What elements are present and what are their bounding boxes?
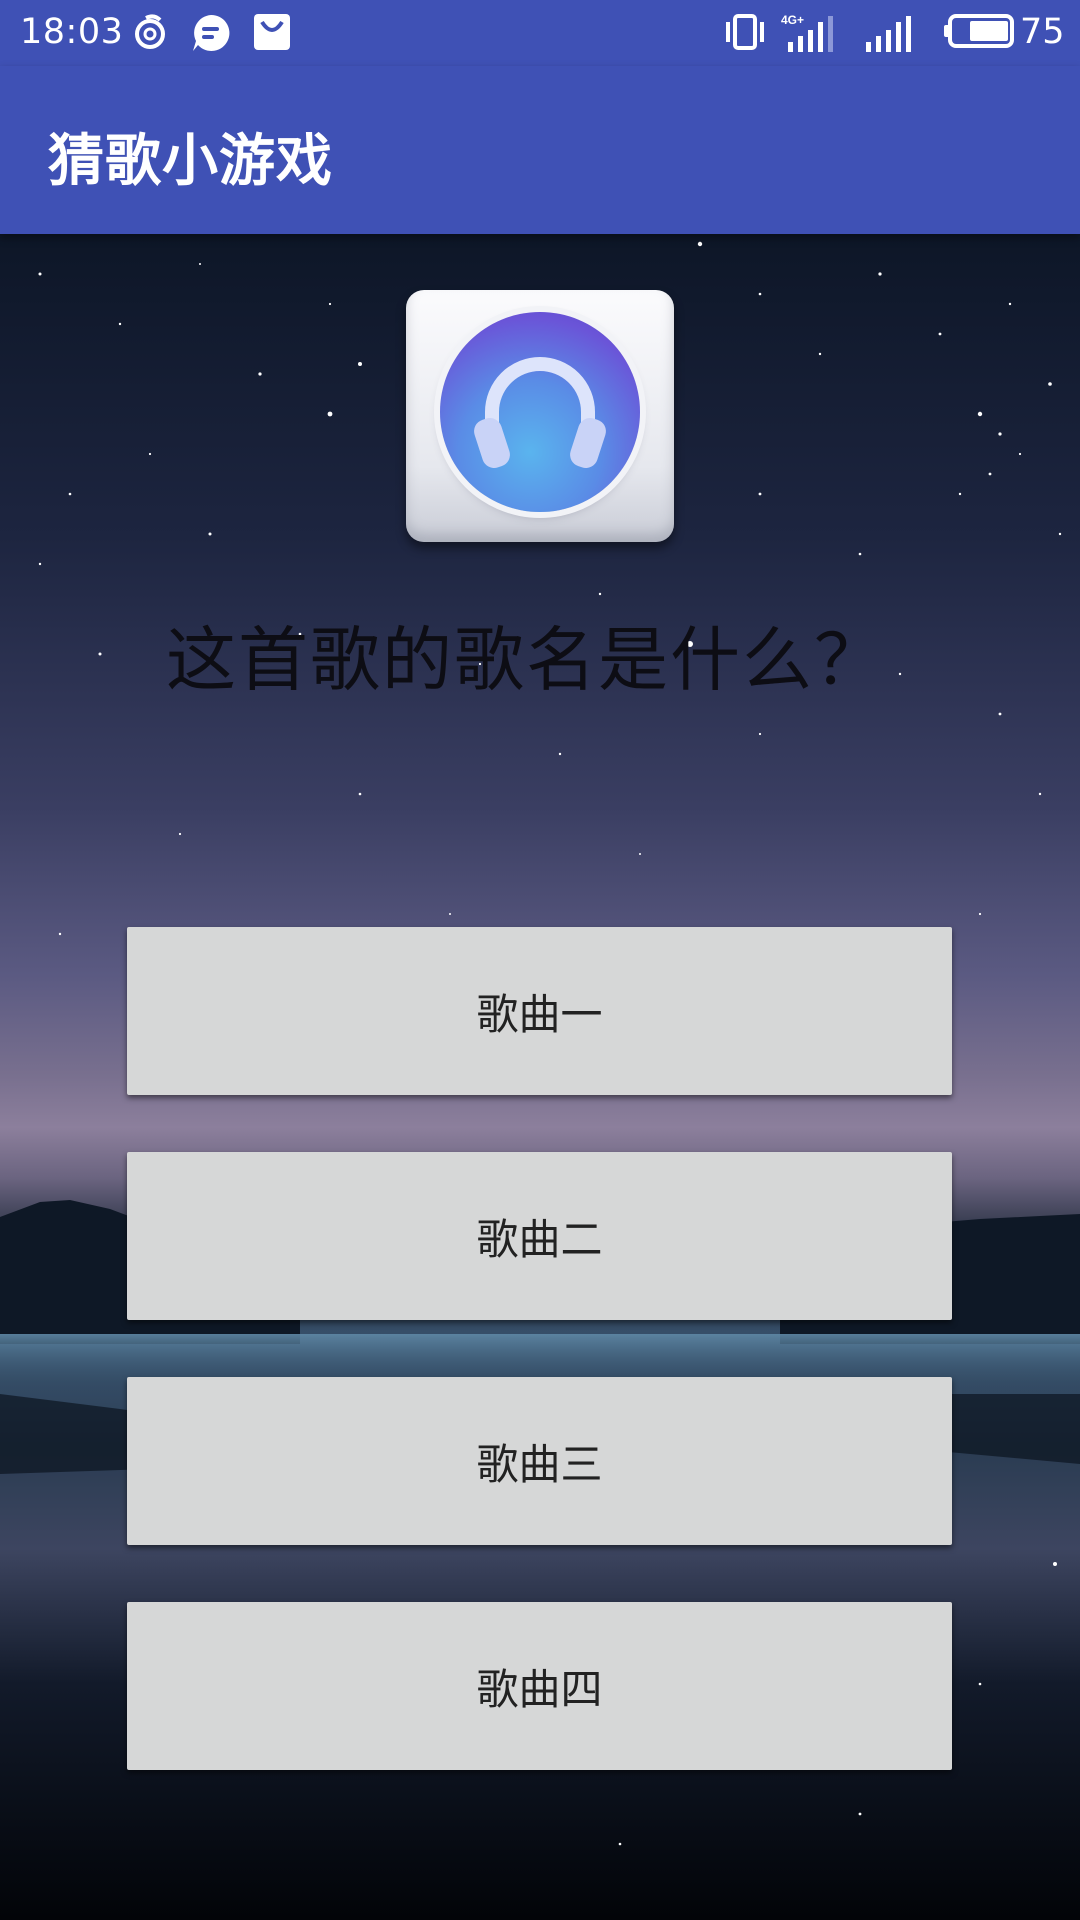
battery-icon xyxy=(944,14,1014,48)
headphones-icon xyxy=(474,357,606,468)
album-cover-image xyxy=(406,290,674,542)
signal-icon xyxy=(866,16,911,52)
app-title: 猜歌小游戏 xyxy=(48,129,333,194)
svg-text:4G+: 4G+ xyxy=(781,13,804,27)
screen: 18:03 4G+ 75 猜歌小游戏 这首歌的歌名是什么？ 歌曲一 歌曲二 歌曲… xyxy=(0,0,1080,1920)
vibrate-icon xyxy=(726,14,764,50)
answer-options: 歌曲一 歌曲二 歌曲三 歌曲四 xyxy=(127,927,952,1827)
shopping-bag-icon xyxy=(254,14,290,50)
status-time: 18:03 xyxy=(20,12,124,52)
signal-4g-icon: 4G+ xyxy=(781,13,833,52)
option-button-2[interactable]: 歌曲二 xyxy=(127,1152,952,1320)
music-disc xyxy=(440,312,640,512)
option-button-4[interactable]: 歌曲四 xyxy=(127,1602,952,1770)
option-button-3[interactable]: 歌曲三 xyxy=(127,1377,952,1545)
app-bar: 猜歌小游戏 xyxy=(0,66,1080,234)
battery-level: 75 xyxy=(1020,12,1065,52)
status-bar: 18:03 4G+ 75 xyxy=(0,0,1080,66)
question-text: 这首歌的歌名是什么？ xyxy=(166,619,886,701)
message-icon xyxy=(193,14,230,51)
option-button-1[interactable]: 歌曲一 xyxy=(127,927,952,1095)
netease-music-icon xyxy=(135,14,165,49)
